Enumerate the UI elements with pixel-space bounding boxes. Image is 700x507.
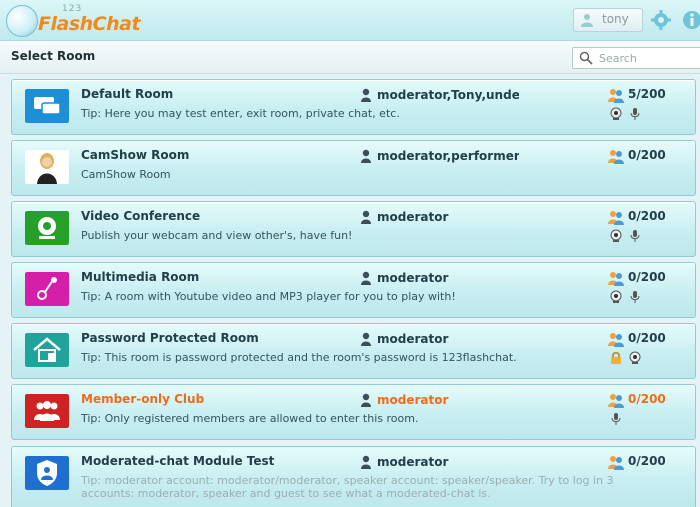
users-count-icon [608, 211, 624, 225]
chat-bubbles-icon [25, 89, 69, 123]
microphone-icon [630, 291, 640, 303]
microphone-icon [630, 230, 640, 242]
room-name: Member-only Club [81, 392, 205, 406]
user-name: tony [602, 12, 629, 26]
page-title: Select Room [11, 49, 96, 63]
room-moderators: moderator [377, 332, 449, 346]
shield-user-icon [25, 456, 69, 490]
room-moderators: moderator [377, 271, 449, 285]
room-item[interactable]: Multimedia Room Tip: A room with Youtube… [11, 262, 696, 318]
room-name: CamShow Room [81, 148, 190, 162]
logo-name: FlashChat [38, 13, 141, 35]
room-user-count: 0/200 [628, 392, 666, 406]
search-icon [579, 51, 593, 65]
room-tip: Tip: A room with Youtube video and MP3 p… [81, 290, 456, 303]
room-user-count: 0/200 [628, 148, 666, 162]
lock-icon [611, 352, 621, 364]
music-note-icon [25, 272, 69, 306]
room-tip: Tip: This room is password protected and… [81, 351, 517, 364]
room-moderators: moderator [377, 393, 449, 407]
moderator-icon [361, 332, 371, 346]
microphone-icon [611, 413, 621, 425]
room-item[interactable]: Password Protected Room Tip: This room i… [11, 323, 696, 379]
house-lock-icon [25, 333, 69, 367]
room-user-count: 0/200 [628, 209, 666, 223]
webcam-icon [610, 229, 622, 242]
room-tip: CamShow Room [81, 168, 171, 181]
room-name: Multimedia Room [81, 270, 200, 284]
webcam-icon [629, 351, 641, 364]
room-item[interactable]: Default Room Tip: Here you may test ente… [11, 79, 696, 135]
room-tip: Tip: moderator account: moderator/modera… [81, 474, 614, 500]
logo-bubble-icon [6, 5, 38, 37]
room-item[interactable]: Member-only Club Tip: Only registered me… [11, 384, 696, 440]
room-item[interactable]: Video Conference Publish your webcam and… [11, 201, 696, 257]
moderator-icon [361, 210, 371, 224]
top-bar: 123 FlashChat tony [0, 0, 700, 41]
room-tip: Tip: Here you may test enter, exit room,… [81, 107, 400, 120]
moderator-icon [361, 271, 371, 285]
users-count-icon [608, 89, 624, 103]
search-placeholder: Search [599, 52, 637, 65]
webcam-icon [610, 290, 622, 303]
microphone-icon [630, 108, 640, 120]
user-icon [581, 14, 593, 27]
room-name: Moderated-chat Module Test [81, 454, 275, 468]
room-moderators: moderator [377, 455, 449, 469]
webcam-icon [610, 107, 622, 120]
users-count-icon [608, 394, 624, 408]
users-count-icon [608, 333, 624, 347]
performer-photo [25, 150, 69, 184]
room-moderators: moderator,performer [377, 149, 519, 163]
user-chip[interactable]: tony [573, 8, 643, 32]
room-list-header: Select Room Search [0, 41, 700, 74]
users-count-icon [608, 456, 624, 470]
room-name: Default Room [81, 87, 174, 101]
webcam-room-icon [25, 211, 69, 245]
flashchat-logo: 123 FlashChat [4, 3, 141, 37]
room-user-count: 5/200 [628, 87, 666, 101]
room-item[interactable]: CamShow Room CamShow Room moderator,perf… [11, 140, 696, 196]
room-tip: Tip: Only registered members are allowed… [81, 412, 419, 425]
room-moderators: moderator,Tony,undefined [377, 88, 519, 102]
room-user-count: 0/200 [628, 454, 666, 468]
users-count-icon [608, 272, 624, 286]
room-moderators: moderator [377, 210, 449, 224]
gear-icon[interactable] [651, 10, 671, 30]
room-name: Password Protected Room [81, 331, 259, 345]
moderator-icon [361, 88, 371, 102]
members-group-icon [25, 394, 69, 428]
room-user-count: 0/200 [628, 270, 666, 284]
moderator-icon [361, 393, 371, 407]
room-name: Video Conference [81, 209, 201, 223]
room-user-count: 0/200 [628, 331, 666, 345]
moderator-icon [361, 149, 371, 163]
moderator-icon [361, 455, 371, 469]
users-count-icon [608, 150, 624, 164]
room-item[interactable]: Moderated-chat Module Test Tip: moderato… [11, 446, 696, 507]
info-icon[interactable] [682, 10, 700, 30]
search-input[interactable]: Search [572, 47, 700, 69]
room-tip: Publish your webcam and view other's, ha… [81, 229, 353, 242]
